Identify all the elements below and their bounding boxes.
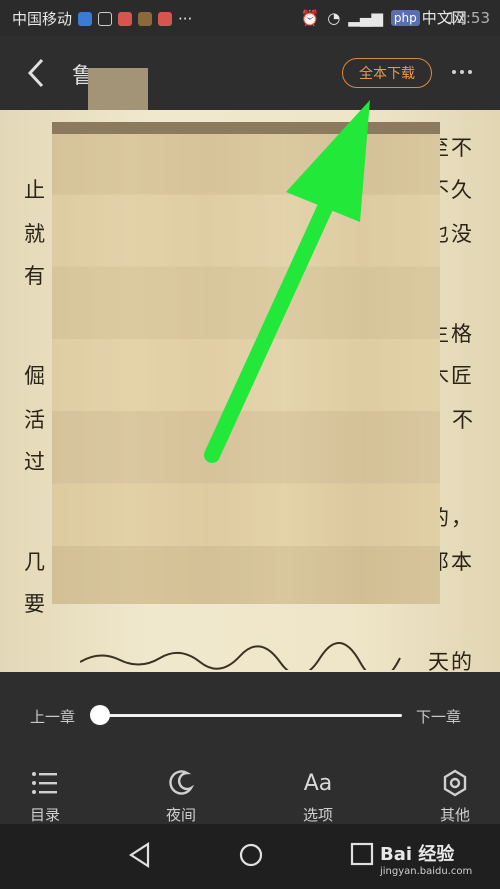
text-fragment: 不 <box>452 408 475 432</box>
font-options-button[interactable]: Aa 选项 <box>278 768 358 825</box>
next-chapter-button[interactable]: 下一章 <box>416 706 461 727</box>
text-fragment: 要 <box>24 592 47 616</box>
settings-icon <box>443 769 467 797</box>
app-icon-red-2 <box>158 11 173 26</box>
watermark-url: jingyan.baidu.com <box>380 866 473 877</box>
catalog-button[interactable]: 目录 <box>5 768 85 825</box>
prev-chapter-button[interactable]: 上一章 <box>30 706 75 727</box>
text-fragment: 止 <box>24 178 47 202</box>
nav-recents-icon[interactable] <box>350 842 374 866</box>
settings-label: 其他 <box>439 806 470 824</box>
night-mode-button[interactable]: 夜间 <box>141 768 221 825</box>
partial-text-line <box>80 641 401 670</box>
text-fragment: 过 <box>24 450 47 474</box>
dot-icon <box>468 70 472 74</box>
app-icon-brown <box>138 11 153 26</box>
more-notifications: ··· <box>178 9 193 28</box>
reader-toolbar: 鲁 全本下载 <box>0 36 500 110</box>
watermark-brand: Bai 经验 <box>380 844 455 865</box>
signal-icon: ▂▄▆ <box>348 8 383 27</box>
text-fragment: 有 <box>24 264 47 288</box>
reader-controls: 上一章 下一章 目录 夜间 Aa 选项 其他 <box>0 672 500 824</box>
dot-icon <box>452 70 456 74</box>
catalog-icon <box>32 772 57 794</box>
text-fragment: 活 <box>24 408 47 432</box>
text-redaction <box>52 122 440 604</box>
settings-button[interactable]: 其他 <box>415 768 495 825</box>
font-options-label: 选项 <box>302 806 333 824</box>
play-icon <box>98 11 113 26</box>
night-mode-label: 夜间 <box>165 806 196 824</box>
chapter-progress-track[interactable] <box>100 714 402 717</box>
php-badge: php <box>390 9 420 26</box>
catalog-label: 目录 <box>29 806 60 824</box>
app-icon-red <box>118 11 133 26</box>
chevron-left-icon <box>27 58 44 88</box>
download-full-book-button[interactable]: 全本下载 <box>342 58 432 88</box>
night-mode-icon <box>169 770 195 795</box>
wifi-icon: ◔ <box>327 8 341 27</box>
clock: 12:53 <box>446 8 490 27</box>
nav-home-icon[interactable] <box>238 842 264 868</box>
nav-back-icon[interactable] <box>128 842 152 868</box>
more-menu-button[interactable] <box>452 60 478 84</box>
shield-icon <box>78 11 93 26</box>
status-bar: 中国移动 ··· ⏰ ◔ ▂▄▆ php 中文网 12:53 <box>0 0 500 36</box>
back-button[interactable] <box>22 56 52 90</box>
alarm-icon: ⏰ <box>300 8 320 27</box>
baidu-jingyan-watermark: Bai 经验 jingyan.baidu.com <box>380 840 472 877</box>
text-fragment: 就 <box>24 222 47 246</box>
reading-page[interactable]: 止 就 有 倔 活 过 几 要 至不 不久 也没 生格 木匠 不 的， 邓本 天… <box>0 110 500 672</box>
chapter-progress-thumb[interactable] <box>90 705 110 725</box>
redaction-header-bar <box>52 122 440 134</box>
text-fragment: 倔 <box>24 364 47 388</box>
text-fragment: 几 <box>24 550 47 574</box>
title-redaction <box>88 68 148 116</box>
dot-icon <box>460 70 464 74</box>
carrier-label: 中国移动 <box>12 10 73 28</box>
font-options-icon: Aa <box>303 770 333 796</box>
